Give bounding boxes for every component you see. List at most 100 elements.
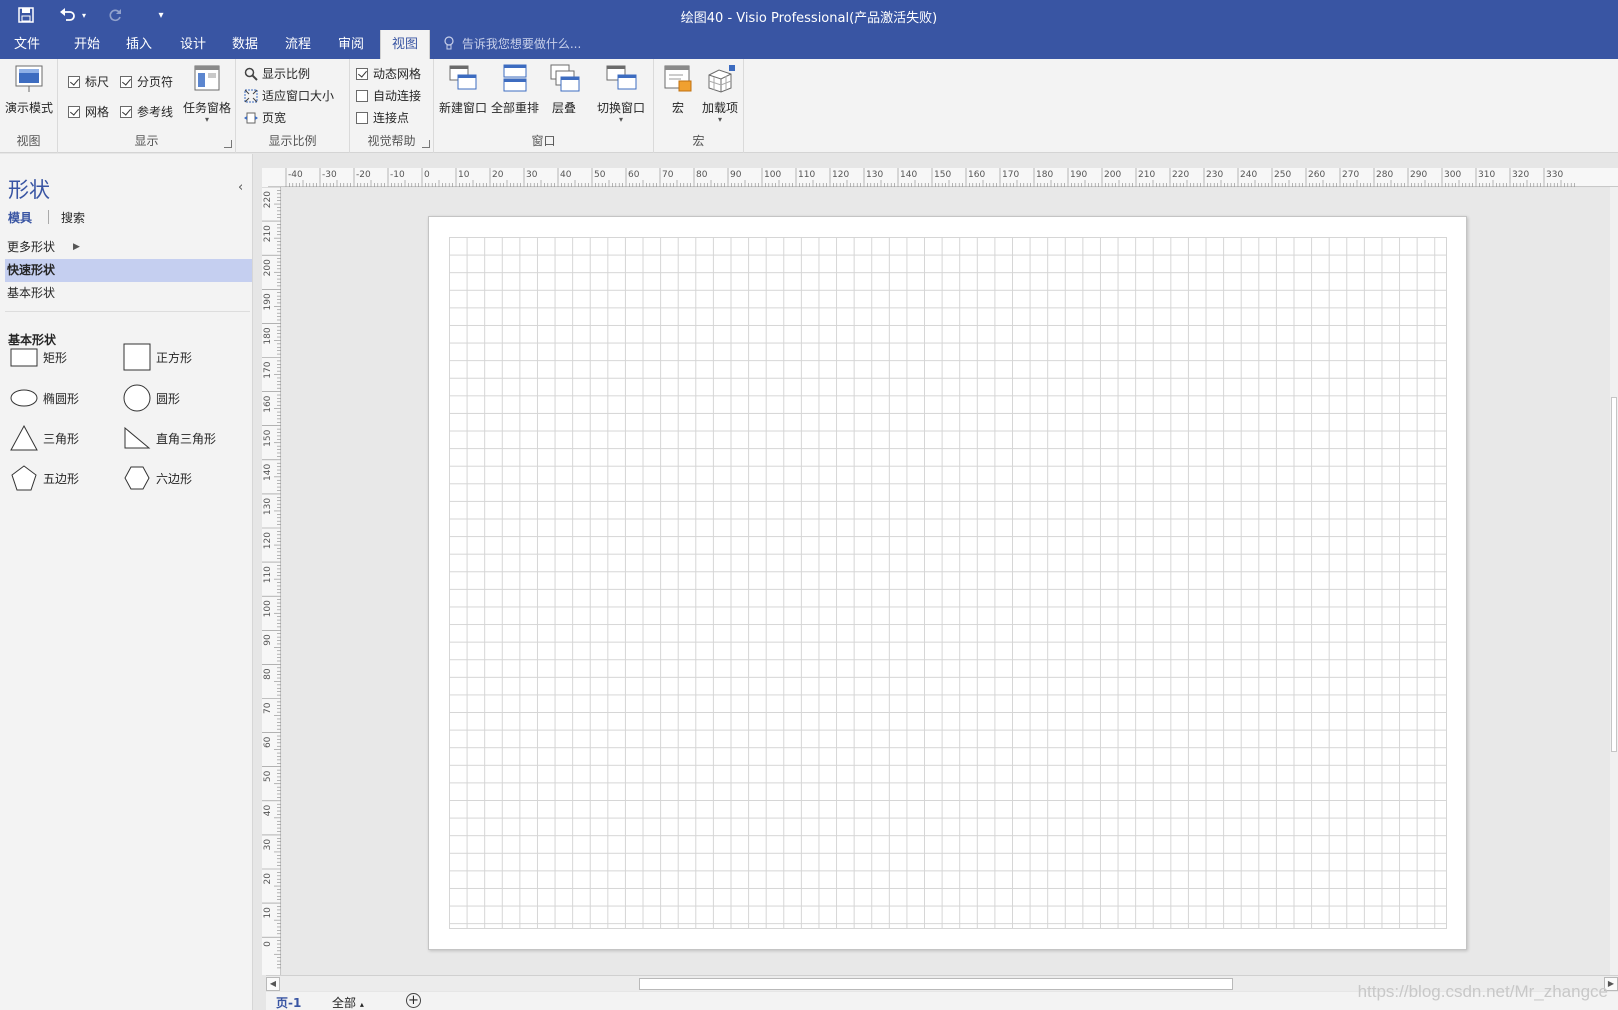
show-group-launcher-icon[interactable] (224, 140, 232, 148)
connection-points-check-box (356, 111, 368, 124)
ruler-label: 180 (263, 327, 273, 344)
vertical-scroll-thumb[interactable] (1611, 397, 1617, 752)
arrange-all-icon (503, 64, 527, 92)
ruler-label: 200 (1104, 170, 1121, 180)
tab-home[interactable]: 开始 (60, 30, 114, 59)
ruler-checkbox[interactable]: 标尺 (68, 73, 109, 90)
page-width-button[interactable]: 页宽 (244, 109, 286, 126)
guides-label: 参考线 (137, 105, 174, 119)
basic-shapes-stencil-label: 基本形状 (7, 286, 56, 300)
tab-insert[interactable]: 插入 (112, 30, 166, 59)
tab-review[interactable]: 审阅 (324, 30, 378, 59)
shape-hexagon[interactable]: 六边形 (123, 461, 192, 495)
shape-pentagon-label: 五边形 (43, 471, 80, 486)
ruler-label: 310 (1478, 170, 1495, 180)
vertical-scrollbar[interactable] (1610, 187, 1618, 975)
ruler-label: 110 (798, 170, 815, 180)
tab-data[interactable]: 数据 (218, 30, 272, 59)
ruler-label: 10 (458, 170, 470, 180)
presentation-mode-label: 演示模式 (4, 101, 53, 115)
ruler-label: 150 (263, 429, 273, 446)
add-ins-dropdown-icon: ▾ (717, 115, 722, 124)
hexagon-icon (124, 466, 150, 490)
ruler-label: 标尺 (85, 75, 110, 89)
tell-me-placeholder: 告诉我您想要做什么... (461, 37, 582, 51)
shapes-pane: 形状 ‹ 模具 搜索 更多形状 ▶ 快速形状 基本形状 基本形状 矩形 正方形 … (0, 154, 253, 1010)
grid-checkbox[interactable]: 网格 (68, 103, 109, 120)
ruler-label: -20 (356, 170, 371, 180)
page-tab-current[interactable]: 页-1 (276, 994, 301, 1010)
fit-window-icon (244, 89, 258, 102)
shape-triangle[interactable]: 三角形 (10, 421, 79, 455)
add-ins-button[interactable]: 加载项 ▾ (698, 63, 742, 124)
new-window-button[interactable]: 新建窗口 (438, 63, 488, 116)
vertical-ruler[interactable]: 220 210 200 190 180 170 160 150 140 130 120 110 100 9… (262, 186, 281, 975)
chevron-right-icon: ▶ (73, 242, 80, 252)
shapes-pane-title: 形状 (8, 178, 50, 202)
ruler-label: 30 (526, 170, 538, 180)
tab-view[interactable]: 视图 (380, 30, 430, 59)
connection-points-checkbox[interactable]: 连接点 (356, 109, 409, 126)
shape-right-triangle[interactable]: 直角三角形 (123, 421, 216, 455)
tab-search[interactable]: 搜索 (61, 209, 85, 226)
tab-separator (48, 210, 49, 224)
tab-stencils[interactable]: 模具 (8, 209, 32, 226)
add-ins-label: 加载项 (701, 101, 738, 115)
ruler-label: 100 (764, 170, 781, 180)
dynamic-grid-label: 动态网格 (373, 67, 422, 81)
shape-circle[interactable]: 圆形 (123, 381, 180, 415)
ellipse-icon (10, 389, 38, 407)
tell-me-search[interactable]: 告诉我您想要做什么... (444, 30, 581, 59)
ruler-label: 60 (628, 170, 640, 180)
ruler-label: 140 (900, 170, 917, 180)
task-panes-button[interactable]: 任务窗格 ▾ (180, 63, 234, 124)
page-tab-all[interactable]: 全部 ▴ (332, 994, 364, 1010)
ruler-label: 120 (832, 170, 849, 180)
presentation-mode-icon (15, 65, 43, 92)
shape-pentagon[interactable]: 五边形 (10, 461, 79, 495)
ruler-label: 70 (263, 702, 273, 714)
dynamic-grid-checkbox[interactable]: 动态网格 (356, 65, 421, 82)
zoom-button[interactable]: 显示比例 (244, 65, 310, 82)
presentation-mode-button[interactable]: 演示模式 (2, 63, 56, 116)
tab-process[interactable]: 流程 (271, 30, 325, 59)
task-panes-dropdown-icon: ▾ (204, 115, 209, 124)
more-shapes-item[interactable]: 更多形状 ▶ (5, 236, 252, 259)
guides-checkbox[interactable]: 参考线 (120, 103, 173, 120)
ruler-label: 0 (263, 941, 273, 947)
task-panes-icon (194, 65, 220, 91)
ruler-label: 40 (263, 805, 273, 817)
cascade-button[interactable]: 层叠 (542, 63, 586, 116)
horizontal-ruler[interactable]: -40 -30 -20 -10 0 10 20 30 40 50 60 70 80 90 100 110 120… (268, 168, 1618, 187)
horizontal-scroll-thumb[interactable] (639, 978, 1233, 990)
connection-points-label: 连接点 (373, 111, 410, 125)
drawing-page[interactable] (428, 216, 1467, 950)
drawing-canvas[interactable] (282, 188, 1618, 975)
shape-circle-label: 圆形 (156, 391, 181, 406)
collapse-pane-icon[interactable]: ‹ (238, 180, 243, 195)
shape-ellipse[interactable]: 椭圆形 (10, 381, 79, 415)
arrange-all-button[interactable]: 全部重排 (490, 63, 540, 116)
pentagon-icon (11, 465, 37, 491)
fit-to-window-button[interactable]: 适应窗口大小 (244, 87, 334, 104)
shape-square[interactable]: 正方形 (123, 340, 192, 374)
shape-rectangle[interactable]: 矩形 (10, 340, 67, 374)
macros-button[interactable]: 宏 (660, 63, 696, 116)
basic-shapes-stencil-item[interactable]: 基本形状 (5, 282, 252, 305)
quick-shapes-item[interactable]: 快速形状 (5, 259, 252, 282)
page-grid (449, 237, 1447, 929)
ruler-label: 170 (263, 361, 273, 378)
switch-windows-button[interactable]: 切换窗口 ▾ (592, 63, 650, 124)
visual-aids-launcher-icon[interactable] (422, 140, 430, 148)
auto-connect-checkbox[interactable]: 自动连接 (356, 87, 421, 104)
ruler-label: 160 (968, 170, 985, 180)
page-breaks-checkbox[interactable]: 分页符 (120, 73, 173, 90)
ruler-label: 190 (1070, 170, 1087, 180)
ruler-label: 320 (1512, 170, 1529, 180)
tab-design[interactable]: 设计 (166, 30, 220, 59)
tab-file[interactable]: 文件 (0, 30, 54, 59)
ruler-label: 110 (263, 566, 273, 583)
scroll-left-icon[interactable]: ◀ (266, 977, 280, 991)
switch-windows-icon (606, 65, 637, 90)
add-page-icon[interactable]: + (406, 993, 421, 1008)
